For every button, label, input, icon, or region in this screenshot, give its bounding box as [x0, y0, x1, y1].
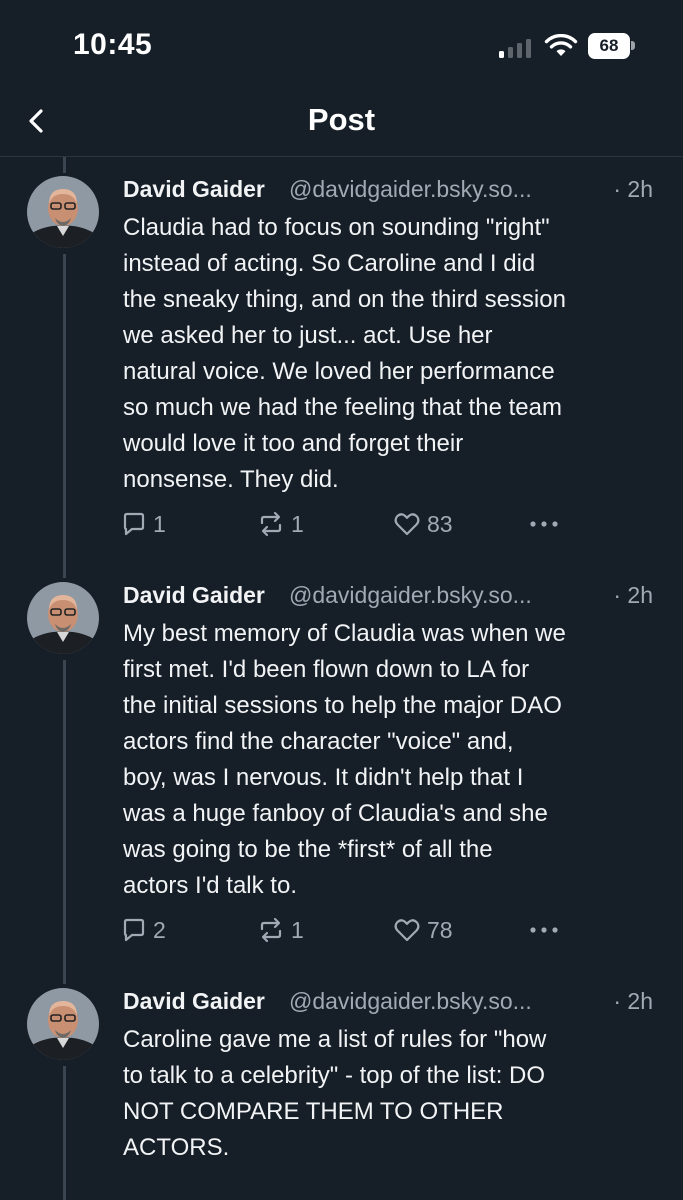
author-name[interactable]: David Gaider [123, 582, 265, 609]
like-count: 78 [427, 916, 453, 943]
post-text-line: instead of acting. So Caroline and I did [123, 250, 536, 277]
post-text-line: actors I'd talk to. [123, 872, 297, 899]
post-actions: 2 1 78 [121, 913, 661, 947]
post-text-line: we asked her to just... act. Use her [123, 322, 493, 349]
repost-count: 1 [291, 510, 304, 537]
post-text-line: would love it too and forget their [123, 430, 464, 457]
reply-icon [123, 512, 145, 536]
post-time: · 2h [613, 582, 653, 608]
post-text-line: the initial sessions to help the major D… [123, 692, 562, 719]
repost-icon [260, 511, 282, 537]
author-handle[interactable]: @davidgaider.bsky.so... [289, 176, 532, 203]
repost-icon [260, 917, 282, 943]
avatar-image [27, 988, 99, 1060]
repost-button[interactable]: 1 [257, 507, 304, 541]
author-name[interactable]: David Gaider [123, 988, 265, 1015]
post-time: · 2h [613, 988, 653, 1014]
post-text-line: was a huge fanboy of Claudia's and she [123, 800, 548, 827]
post-text: My best memory of Claudia was when we fi… [123, 616, 663, 904]
author-handle[interactable]: @davidgaider.bsky.so... [289, 988, 532, 1015]
avatar[interactable] [27, 988, 99, 1060]
more-options-button[interactable] [527, 913, 567, 947]
post-header: David Gaider @davidgaider.bsky.so... · 2… [123, 176, 663, 210]
reply-count: 2 [153, 916, 166, 943]
status-bar: 10:45 68 [0, 0, 683, 92]
post-text-line: My best memory of Claudia was when we [123, 620, 566, 647]
reply-icon [123, 918, 145, 942]
repost-button[interactable]: 1 [257, 913, 304, 947]
post-text-line: NOT COMPARE THEM TO OTHER [123, 1098, 504, 1125]
wifi-icon [544, 34, 578, 56]
post-text-line: Caroline gave me a list of rules for "ho… [123, 1026, 547, 1053]
avatar[interactable] [27, 582, 99, 654]
author-handle[interactable]: @davidgaider.bsky.so... [289, 582, 532, 609]
battery-icon: 68 [588, 33, 636, 59]
post-text-line: to talk to a celebrity" - top of the lis… [123, 1062, 546, 1089]
battery-nub [631, 41, 635, 50]
page-title: Post [307, 102, 376, 137]
heart-icon [394, 513, 420, 536]
post-actions: 1 1 83 [121, 507, 661, 541]
post-text-line: ACTORS. [123, 1134, 230, 1161]
author-name[interactable]: David Gaider [123, 176, 265, 203]
post-text-line: Claudia had to focus on sounding "right" [123, 214, 550, 241]
reply-button[interactable]: 2 [121, 913, 166, 947]
repost-count: 1 [291, 916, 304, 943]
post-text-line: was going to be the *first* of all the [123, 836, 493, 863]
more-options-button[interactable] [527, 507, 567, 541]
more-icon [530, 927, 558, 933]
post-text-line: boy, was I nervous. It didn't help that … [123, 764, 524, 791]
status-time: 10:45 [73, 28, 153, 61]
thread-line [63, 660, 66, 984]
like-button[interactable]: 78 [393, 913, 453, 947]
signal-icon [499, 39, 531, 58]
post-header: David Gaider @davidgaider.bsky.so... · 2… [123, 988, 663, 1022]
avatar-image [27, 176, 99, 248]
thread-line [63, 1066, 66, 1200]
like-button[interactable]: 83 [393, 507, 453, 541]
post-text-line: so much we had the feeling that the team [123, 394, 562, 421]
nav-header: Post [0, 92, 683, 157]
post-text-line: first met. I'd been flown down to LA for [123, 656, 530, 683]
post-text: Caroline gave me a list of rules for "ho… [123, 1022, 663, 1166]
avatar[interactable] [27, 176, 99, 248]
thread-line [63, 157, 66, 173]
reply-count: 1 [153, 510, 166, 537]
post-time: · 2h [613, 176, 653, 202]
post-header: David Gaider @davidgaider.bsky.so... · 2… [123, 582, 663, 616]
post-text-line: the sneaky thing, and on the third sessi… [123, 286, 566, 313]
avatar-image [27, 582, 99, 654]
battery-level: 68 [588, 33, 630, 59]
post-text: Claudia had to focus on sounding "right"… [123, 210, 663, 498]
post-text-line: natural voice. We loved her performance [123, 358, 555, 385]
heart-icon [394, 919, 420, 942]
post-text-line: nonsense. They did. [123, 466, 339, 493]
thread-line [63, 254, 66, 578]
more-icon [530, 521, 558, 527]
post-text-line: actors find the character "voice" and, [123, 728, 514, 755]
reply-button[interactable]: 1 [121, 507, 166, 541]
like-count: 83 [427, 510, 453, 537]
